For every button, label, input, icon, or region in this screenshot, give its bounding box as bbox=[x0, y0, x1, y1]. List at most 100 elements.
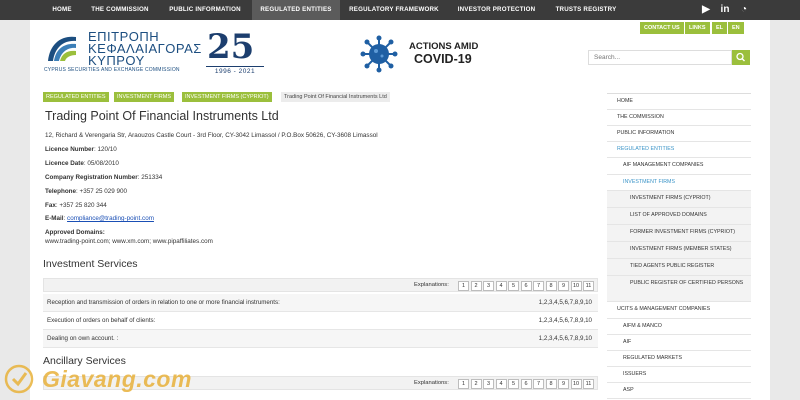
covid-banner-line-2[interactable]: COVID-19 bbox=[414, 52, 472, 66]
sidebar-item-issuers[interactable]: ISSUERS bbox=[607, 367, 751, 383]
youtube-icon[interactable]: ▶ bbox=[700, 4, 712, 16]
breadcrumb-current-page: Trading Point Of Financial Instruments L… bbox=[281, 92, 390, 102]
sidebar-item-public-register-of-certified-persons[interactable]: PUBLIC REGISTER OF CERTIFIED PERSONS bbox=[607, 276, 751, 302]
sidebar-item-investment-firms[interactable]: INVESTMENT FIRMS bbox=[607, 175, 751, 191]
sidebar-item-the-commission[interactable]: THE COMMISSION bbox=[607, 110, 751, 126]
approved-domains-separator: : bbox=[102, 229, 105, 236]
explanation-number-box[interactable]: 10 bbox=[570, 378, 582, 389]
explanation-number-box[interactable]: 6 bbox=[520, 280, 532, 291]
breadcrumb-investment-firms[interactable]: INVESTMENT FIRMS bbox=[114, 92, 174, 102]
company-registration-value: : 251334 bbox=[137, 174, 163, 181]
sidebar-item-tied-agents-public-register[interactable]: TIED AGENTS PUBLIC REGISTER bbox=[607, 259, 751, 276]
service-explanations: 1,2,3,4,5,6,7,8,9,10 bbox=[538, 317, 592, 324]
service-description: Dealing on own account. : bbox=[47, 335, 119, 342]
page-title: Trading Point Of Financial Instruments L… bbox=[45, 109, 279, 123]
explanation-number-box[interactable]: 11 bbox=[583, 378, 594, 389]
explanation-number-box[interactable]: 4 bbox=[495, 378, 507, 389]
sidebar-item-aif-management-companies[interactable]: AIF MANAGEMENT COMPANIES bbox=[607, 158, 751, 175]
nav-item-home[interactable]: HOME bbox=[43, 0, 81, 20]
company-registration: Company Registration Number: 251334 bbox=[45, 174, 162, 181]
links-link[interactable]: LINKS bbox=[685, 22, 710, 34]
sidebar-item-investment-firms-cypriot[interactable]: INVESTMENT FIRMS (CYPRIOT) bbox=[607, 191, 751, 208]
fax: Fax: +357 25 820 344 bbox=[45, 202, 107, 209]
explanation-number-box[interactable]: 2 bbox=[470, 280, 482, 291]
sidebar-item-regulated-entities[interactable]: REGULATED ENTITIES bbox=[607, 142, 751, 158]
breadcrumb-regulated-entities[interactable]: REGULATED ENTITIES bbox=[43, 92, 109, 102]
logo-title-line-3: ΚΥΠΡΟΥ bbox=[88, 53, 145, 68]
explanation-number-box[interactable]: 5 bbox=[508, 378, 519, 389]
explanation-number-box[interactable]: 4 bbox=[495, 280, 507, 291]
licence-date-value: : 05/08/2010 bbox=[83, 160, 119, 167]
explanation-number-box[interactable]: 7 bbox=[533, 378, 544, 389]
email-link[interactable]: compliance@trading-point.com bbox=[67, 215, 154, 222]
sidebar-item-former-investment-firms-cypriot[interactable]: FORMER INVESTMENT FIRMS (CYPRIOT) bbox=[607, 225, 751, 242]
explanation-number-box[interactable]: 3 bbox=[483, 378, 494, 389]
licence-number: Licence Number: 120/10 bbox=[45, 146, 117, 153]
sidebar-item-public-information[interactable]: PUBLIC INFORMATION bbox=[607, 126, 751, 142]
email-label: E-Mail bbox=[45, 215, 64, 222]
licence-date-label: Licence Date bbox=[45, 160, 84, 167]
sidebar-item-aif[interactable]: AIF bbox=[607, 335, 751, 351]
telephone: Telephone: +357 25 029 900 bbox=[45, 188, 127, 195]
search-icon bbox=[736, 52, 745, 62]
explanation-number-box[interactable]: 7 bbox=[533, 280, 544, 291]
sidebar-item-ucits-management-companies[interactable]: UCITS & MANAGEMENT COMPANIES bbox=[607, 302, 751, 319]
approved-domains-label-row: Approved Domains: bbox=[45, 229, 105, 236]
explanations-label: Explanations: bbox=[414, 380, 449, 386]
watermark-text: Giavang.com bbox=[42, 366, 192, 392]
explanation-number-box[interactable]: 8 bbox=[545, 378, 557, 389]
explanation-number-box[interactable]: 1 bbox=[458, 280, 469, 291]
explanation-number-box[interactable]: 11 bbox=[583, 280, 594, 291]
service-row: Reception and transmission of orders in … bbox=[43, 294, 598, 312]
search-button[interactable] bbox=[732, 50, 750, 65]
covid-banner-line-1[interactable]: ACTIONS AMID bbox=[409, 41, 478, 52]
rss-icon[interactable]: ◔ bbox=[738, 4, 750, 16]
email: E-Mail: compliance@trading-point.com bbox=[45, 215, 154, 222]
explanation-number-box[interactable]: 3 bbox=[483, 280, 494, 291]
sidebar-item-investment-firms-member-states[interactable]: INVESTMENT FIRMS (MEMBER STATES) bbox=[607, 242, 751, 259]
nav-item-trusts-registry[interactable]: TRUSTS REGISTRY bbox=[546, 0, 626, 20]
entity-address: 12, Richard & Verengaria Str, Araouzos C… bbox=[45, 132, 378, 139]
language-en-link[interactable]: EN bbox=[728, 22, 744, 34]
explanation-number-box[interactable]: 6 bbox=[520, 378, 532, 389]
cysec-logo-icon[interactable] bbox=[44, 31, 78, 67]
explanation-number-box[interactable]: 1 bbox=[458, 378, 469, 389]
explanation-number-box[interactable]: 9 bbox=[558, 378, 569, 389]
explanation-number-box[interactable]: 9 bbox=[558, 280, 569, 291]
explanations-label: Explanations: bbox=[414, 282, 449, 288]
sidebar-navigation: HOME THE COMMISSION PUBLIC INFORMATION REGU… bbox=[607, 93, 751, 400]
nav-item-public-information[interactable]: PUBLIC INFORMATION bbox=[160, 0, 250, 20]
explanation-number-box[interactable]: 5 bbox=[508, 280, 519, 291]
service-explanations: 1,2,3,4,5,6,7,8,9,10 bbox=[538, 335, 592, 342]
fax-value: : +357 25 820 344 bbox=[55, 202, 107, 209]
linkedin-icon[interactable]: in bbox=[719, 4, 731, 16]
service-row: Execution of orders on behalf of clients… bbox=[43, 312, 598, 330]
sidebar-item-aifm-manco[interactable]: AIFM & MANCO bbox=[607, 319, 751, 335]
service-description: Execution of orders on behalf of clients… bbox=[47, 317, 156, 324]
explanation-number-box[interactable]: 8 bbox=[545, 280, 557, 291]
approved-domains-label: Approved Domains bbox=[45, 229, 103, 236]
nav-item-regulatory-framework[interactable]: REGULATORY FRAMEWORK bbox=[341, 0, 447, 20]
sidebar-item-list-of-approved-domains[interactable]: LIST OF APPROVED DOMAINS bbox=[607, 208, 751, 225]
approved-domains-value: www.trading-point.com; www.xm.com; www.p… bbox=[45, 238, 213, 245]
nav-item-regulated-entities[interactable]: REGULATED ENTITIES bbox=[252, 0, 340, 20]
contact-us-link[interactable]: CONTACT US bbox=[640, 22, 684, 34]
sidebar-item-home[interactable]: HOME bbox=[607, 94, 751, 110]
service-explanations: 1,2,3,4,5,6,7,8,9,10 bbox=[538, 299, 592, 306]
telephone-value: : +357 25 029 900 bbox=[76, 188, 127, 195]
nav-item-the-commission[interactable]: THE COMMISSION bbox=[83, 0, 157, 20]
company-registration-label: Company Registration Number bbox=[45, 174, 138, 181]
fax-label: Fax bbox=[45, 202, 56, 209]
breadcrumb-investment-firms-cypriot[interactable]: INVESTMENT FIRMS (CYPRIOT) bbox=[182, 92, 272, 102]
sidebar-item-regulated-markets[interactable]: REGULATED MARKETS bbox=[607, 351, 751, 367]
search-input[interactable] bbox=[588, 50, 732, 65]
logo-subtitle: CYPRUS SECURITIES AND EXCHANGE COMMISSIO… bbox=[44, 67, 180, 73]
nav-item-investor-protection[interactable]: INVESTOR PROTECTION bbox=[449, 0, 544, 20]
coronavirus-icon[interactable] bbox=[360, 35, 398, 73]
explanation-number-box[interactable]: 2 bbox=[470, 378, 482, 389]
anniversary-number: 25 bbox=[207, 27, 255, 67]
explanation-number-box[interactable]: 10 bbox=[570, 280, 582, 291]
top-navigation-bar: HOME THE COMMISSION PUBLIC INFORMATION REGU… bbox=[0, 0, 800, 20]
language-el-link[interactable]: EL bbox=[712, 22, 728, 34]
sidebar-item-asp[interactable]: ASP bbox=[607, 383, 751, 399]
